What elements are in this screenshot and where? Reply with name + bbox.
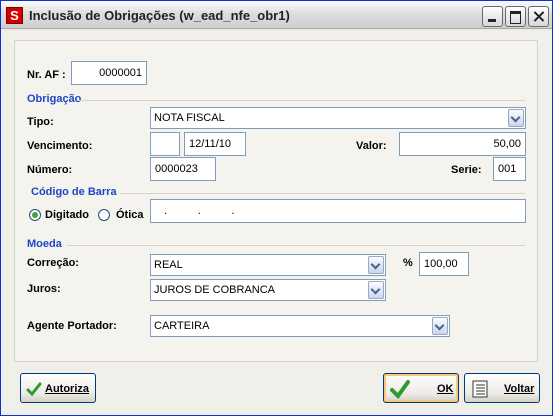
- juros-select-value: JUROS DE COBRANCA: [154, 284, 276, 296]
- otica-radio[interactable]: [98, 209, 110, 221]
- app-icon: S: [6, 7, 23, 24]
- chevron-down-icon[interactable]: [368, 256, 384, 274]
- dialog-content: Nr. AF : 0000001 Obrigação Tipo: NOTA FI…: [1, 30, 552, 415]
- valor-label: Valor:: [356, 140, 387, 152]
- chevron-down-icon[interactable]: [368, 281, 384, 299]
- obrigacao-section-title: Obrigação: [27, 93, 82, 105]
- af-label: Nr. AF :: [27, 69, 66, 81]
- vencimento-label: Vencimento:: [27, 140, 93, 152]
- serie-label: Serie:: [451, 164, 482, 176]
- ok-label: OK: [437, 383, 454, 395]
- agente-label: Agente Portador:: [27, 320, 117, 332]
- agente-select-value: CARTEIRA: [154, 320, 210, 332]
- percent-label: %: [403, 257, 413, 269]
- tipo-select-value: NOTA FISCAL: [154, 112, 225, 124]
- vencimento-date-field[interactable]: 12/11/10: [184, 132, 246, 156]
- codigo-barra-divider: [120, 193, 525, 194]
- correcao-select[interactable]: REAL: [150, 254, 386, 276]
- maximize-icon[interactable]: [505, 6, 526, 27]
- digitado-radio[interactable]: [29, 209, 41, 221]
- correcao-select-value: REAL: [154, 259, 183, 271]
- form-panel: Nr. AF : 0000001 Obrigação Tipo: NOTA FI…: [14, 40, 538, 362]
- numero-field[interactable]: 0000023: [150, 157, 216, 181]
- moeda-divider: [67, 245, 525, 246]
- minimize-icon[interactable]: [482, 6, 503, 27]
- otica-label[interactable]: Ótica: [116, 209, 144, 221]
- window-title: Inclusão de Obrigações (w_ead_nfe_obr1): [29, 8, 290, 23]
- serie-field[interactable]: 001: [493, 157, 526, 181]
- autoriza-button[interactable]: Autoriza: [20, 373, 96, 403]
- percent-field[interactable]: 100,00: [419, 252, 469, 276]
- juros-label: Juros:: [27, 283, 61, 295]
- ok-button[interactable]: OK: [383, 373, 459, 403]
- digitado-label[interactable]: Digitado: [45, 209, 89, 221]
- af-field[interactable]: 0000001: [71, 61, 147, 85]
- moeda-section-title: Moeda: [27, 238, 62, 250]
- juros-select[interactable]: JUROS DE COBRANCA: [150, 279, 386, 301]
- tipo-select[interactable]: NOTA FISCAL: [150, 107, 526, 129]
- tipo-label: Tipo:: [27, 116, 54, 128]
- numero-label: Número:: [27, 164, 73, 176]
- chevron-down-icon[interactable]: [432, 317, 448, 335]
- title-bar: S Inclusão de Obrigações (w_ead_nfe_obr1…: [1, 1, 552, 29]
- autoriza-label: Autoriza: [45, 383, 89, 395]
- barcode-field[interactable]: . . .: [150, 199, 526, 223]
- obrigacao-divider: [77, 100, 525, 101]
- vencimento-day-field[interactable]: [150, 132, 180, 156]
- correcao-label: Correção:: [27, 257, 79, 269]
- voltar-label: Voltar: [504, 383, 535, 395]
- check-icon: [390, 380, 410, 399]
- close-icon[interactable]: [528, 6, 549, 27]
- check-icon: [26, 382, 42, 397]
- valor-field[interactable]: 50,00: [399, 132, 526, 156]
- list-icon: [472, 380, 488, 398]
- voltar-button[interactable]: Voltar: [464, 373, 540, 403]
- codigo-barra-section-title: Código de Barra: [31, 186, 117, 198]
- agente-select[interactable]: CARTEIRA: [150, 315, 450, 337]
- dialog-window: S Inclusão de Obrigações (w_ead_nfe_obr1…: [0, 0, 553, 416]
- chevron-down-icon[interactable]: [508, 109, 524, 127]
